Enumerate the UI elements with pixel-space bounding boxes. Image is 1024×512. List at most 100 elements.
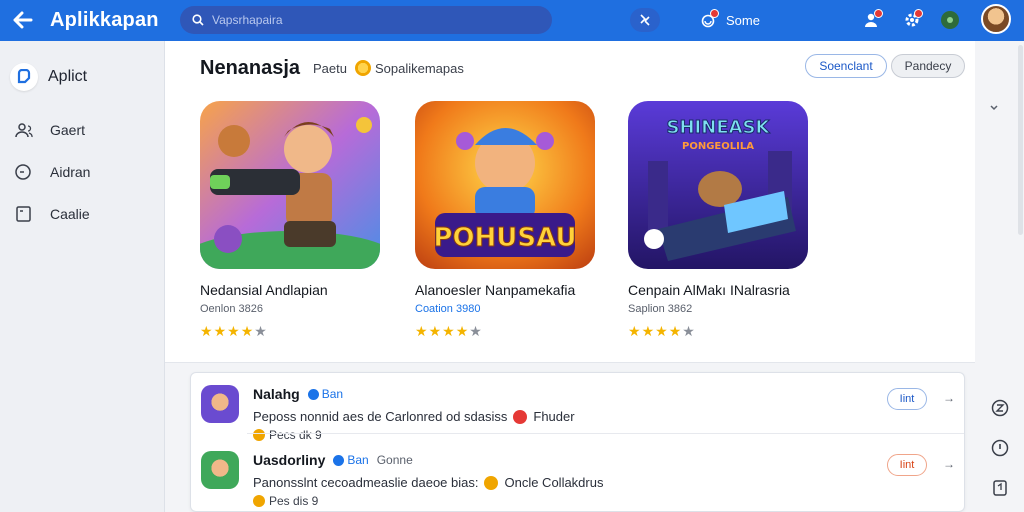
meta-label: Sopalikemapas bbox=[374, 60, 464, 76]
game-card[interactable]: POHUSAU Alanoesler Nanpamekafia Coation … bbox=[415, 101, 595, 340]
star-filled-icon: ★ bbox=[227, 323, 241, 339]
list-item-description: Peposs nonnid aes de Carlonred od sdasis… bbox=[253, 409, 508, 424]
install-button[interactable]: Iint bbox=[887, 454, 927, 476]
list-item-description: Panonsslnt cecoadmeaslie daeoe bias: bbox=[253, 475, 479, 490]
sort-button[interactable] bbox=[630, 8, 660, 32]
install-button[interactable]: Iint bbox=[887, 388, 927, 410]
sidebar-brand[interactable]: Aplict bbox=[10, 63, 87, 91]
list-item-stat: Pes dis 9 bbox=[253, 494, 318, 508]
search-bar[interactable] bbox=[180, 6, 552, 34]
star-filled-icon: ★ bbox=[200, 323, 214, 339]
list-item-description-row: Panonsslnt cecoadmeaslie daeoe bias: Onc… bbox=[253, 475, 603, 490]
game-card[interactable]: SHINEASK PONGEOLILA Cenpain AlMakı INalr… bbox=[628, 101, 808, 340]
game-cover-image bbox=[200, 101, 380, 269]
search-icon bbox=[192, 14, 204, 26]
right-rail bbox=[975, 363, 1024, 512]
record-icon bbox=[941, 11, 959, 29]
rail-button-note[interactable] bbox=[989, 477, 1011, 499]
badge-icon bbox=[513, 409, 528, 424]
sidebar-item-label: Caalie bbox=[50, 206, 90, 222]
back-button[interactable] bbox=[10, 8, 36, 32]
verified-icon bbox=[307, 388, 319, 400]
list-item-title: Uasdorliny bbox=[253, 452, 326, 468]
avatar[interactable] bbox=[981, 4, 1011, 34]
list-item[interactable]: Nalahg Ban Peposs nonnid aes de Carlonre… bbox=[191, 373, 964, 442]
sidebar-brand-label: Aplict bbox=[48, 68, 88, 85]
note-icon bbox=[993, 480, 1007, 496]
rail-button-info[interactable] bbox=[989, 437, 1011, 459]
list-item-title-row: Nalahg Ban bbox=[253, 386, 343, 402]
verified-badge: Ban bbox=[333, 453, 369, 467]
star-filled-icon: ★ bbox=[641, 323, 656, 339]
chevron-right-icon[interactable]: → bbox=[943, 457, 955, 471]
notifications[interactable]: Some bbox=[700, 8, 760, 32]
settings-button[interactable] bbox=[900, 8, 924, 32]
sidebar-item-aidran[interactable]: Aidran bbox=[14, 160, 90, 184]
game-subtitle: Oenlon 3826 bbox=[200, 303, 263, 315]
verified-icon bbox=[333, 454, 345, 466]
primary-filter-button[interactable]: Soenclant bbox=[805, 54, 887, 78]
app-list: Nalahg Ban Peposs nonnid aes de Carlonre… bbox=[190, 372, 965, 512]
rail-button-z[interactable] bbox=[989, 397, 1011, 419]
star-filled-icon: ★ bbox=[240, 323, 255, 339]
star-filled-icon: ★ bbox=[668, 323, 683, 339]
star-rating: ★★★★★ bbox=[200, 323, 380, 340]
add-user-badge bbox=[874, 9, 883, 18]
notification-badge bbox=[710, 9, 719, 18]
list-item[interactable]: Uasdorliny Ban Gonne Panonsslnt cecoadme… bbox=[191, 439, 964, 508]
sidebar: Aplict Gaert Aidran Caalie bbox=[0, 41, 165, 512]
game-name: Alanoesler Nanpamekafia bbox=[415, 282, 576, 298]
sidebar-item-label: Gaert bbox=[50, 122, 86, 138]
badge-icon bbox=[484, 475, 499, 490]
game-art-title: SHINEASK bbox=[667, 117, 771, 138]
list-item-title-row: Uasdorliny Ban Gonne bbox=[253, 452, 413, 468]
game-art-subtitle: PONGEOLILA bbox=[682, 141, 754, 152]
top-app-bar: Aplikkapan Some bbox=[0, 0, 1024, 41]
sort-icon bbox=[640, 14, 650, 26]
game-cover-image: POHUSAU bbox=[415, 101, 595, 269]
sidebar-item-gaert[interactable]: Gaert bbox=[14, 118, 85, 142]
coin-icon bbox=[354, 60, 371, 76]
star-filled-icon: ★ bbox=[442, 323, 456, 339]
app-thumbnail bbox=[201, 385, 239, 423]
settings-badge bbox=[914, 9, 923, 18]
star-empty-icon: ★ bbox=[682, 323, 696, 339]
chevron-right-icon[interactable]: → bbox=[943, 391, 955, 405]
list-item-description-row: Peposs nonnid aes de Carlonred od sdasis… bbox=[253, 409, 575, 424]
game-art-title: POHUSAU bbox=[433, 223, 576, 253]
z-circle-icon bbox=[991, 399, 1009, 417]
verified-label: Ban bbox=[321, 387, 344, 401]
list-item-badge: Oncle Collakdrus bbox=[504, 475, 604, 490]
app-thumbnail bbox=[201, 451, 239, 489]
sidebar-item-caalie[interactable]: Caalie bbox=[14, 202, 90, 226]
verified-badge: Ban bbox=[307, 387, 344, 401]
sidebar-item-label: Aidran bbox=[50, 164, 91, 180]
more-options-button[interactable] bbox=[989, 99, 999, 117]
add-user-button[interactable] bbox=[860, 8, 884, 32]
people-icon bbox=[15, 123, 33, 138]
star-filled-icon: ★ bbox=[428, 323, 443, 339]
list-item-tag: Gonne bbox=[376, 453, 413, 467]
star-rating: ★★★★★ bbox=[628, 323, 808, 340]
clock-icon bbox=[15, 164, 31, 180]
square-icon bbox=[16, 206, 31, 222]
list-item-badge: Fhuder bbox=[533, 409, 575, 424]
featured-panel: Nenanasja Paetu Sopalikemapas Soenclant … bbox=[165, 41, 998, 363]
divider bbox=[247, 433, 964, 434]
search-input[interactable] bbox=[212, 13, 532, 27]
chevron-down-icon bbox=[990, 105, 998, 111]
star-filled-icon: ★ bbox=[628, 323, 642, 339]
notification-label: Some bbox=[726, 12, 760, 28]
record-button[interactable] bbox=[938, 8, 962, 32]
scrollbar[interactable] bbox=[1018, 45, 1023, 235]
star-empty-icon: ★ bbox=[469, 323, 483, 339]
secondary-filter-button[interactable]: Pandecy bbox=[891, 54, 965, 78]
app-title: Aplikkapan bbox=[50, 9, 159, 31]
game-subtitle: Saplion 3862 bbox=[628, 303, 693, 315]
star-filled-icon: ★ bbox=[655, 323, 669, 339]
verified-label: Ban bbox=[347, 453, 369, 467]
star-filled-icon: ★ bbox=[455, 323, 470, 339]
meta-prefix: Paetu bbox=[313, 60, 347, 76]
list-item-title: Nalahg bbox=[253, 386, 300, 402]
game-card[interactable]: Nedansial Andlapian Oenlon 3826 ★★★★★ bbox=[200, 101, 380, 340]
